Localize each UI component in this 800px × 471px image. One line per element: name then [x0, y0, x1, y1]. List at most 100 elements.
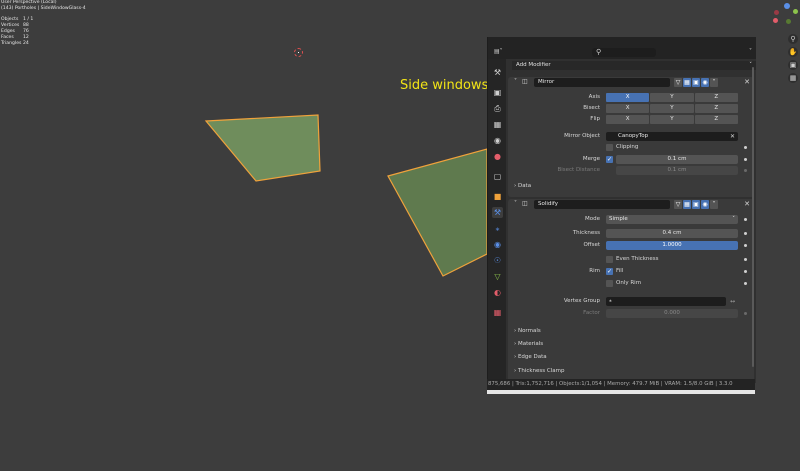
- only-rim-checkbox[interactable]: [606, 280, 613, 287]
- vertex-group-field[interactable]: ⁎: [606, 297, 726, 306]
- factor-field[interactable]: 0.000: [606, 309, 738, 318]
- output-icon[interactable]: ⎙: [492, 103, 503, 114]
- keyframe-dot-icon[interactable]: [744, 158, 747, 161]
- collapse-icon[interactable]: ˅: [514, 78, 517, 85]
- edit-mode-cage-icon[interactable]: ▽: [674, 78, 682, 87]
- fill-checkbox[interactable]: ✓: [606, 268, 613, 275]
- viewport-display-icon[interactable]: ▣: [692, 200, 700, 209]
- render-display-icon[interactable]: ◉: [701, 78, 709, 87]
- materials-label: Materials: [517, 341, 544, 347]
- keyframe-dot-icon[interactable]: [744, 270, 747, 273]
- solidify-icon: ◫: [522, 200, 528, 207]
- thickness-label: Thickness: [572, 230, 600, 236]
- window-glass-right[interactable]: [387, 148, 488, 277]
- flip-x-toggle[interactable]: X: [606, 115, 650, 124]
- object-icon[interactable]: ■: [492, 191, 503, 202]
- clear-icon[interactable]: ✕: [730, 132, 735, 141]
- axis-z-toggle[interactable]: Z: [694, 93, 738, 102]
- view-layer-icon[interactable]: ▦: [492, 119, 503, 130]
- physics-icon[interactable]: ◉: [492, 239, 503, 250]
- properties-search-input[interactable]: ⚲: [592, 48, 656, 57]
- particles-icon[interactable]: ⁎: [492, 223, 503, 234]
- collection-icon[interactable]: ▢: [492, 171, 503, 182]
- bisect-toggle-group: X Y Z: [606, 104, 738, 113]
- window-glass-left[interactable]: [204, 114, 321, 182]
- offset-field[interactable]: 1.0000: [606, 241, 738, 250]
- axis-y-toggle[interactable]: Y: [650, 93, 694, 102]
- keyframe-dot-icon[interactable]: [744, 282, 747, 285]
- flip-z-toggle[interactable]: Z: [694, 115, 738, 124]
- gizmo-neg-x-icon[interactable]: [774, 10, 779, 15]
- solidify-name-field[interactable]: Solidify: [534, 200, 670, 209]
- mirror-object-value: CanopyTop: [618, 133, 649, 139]
- render-display-icon[interactable]: ◉: [701, 200, 709, 209]
- collapse-icon[interactable]: ˅: [514, 200, 517, 207]
- world-icon[interactable]: ●: [492, 151, 503, 162]
- material-icon[interactable]: ◐: [492, 287, 503, 298]
- thickness-field[interactable]: 0.4 cm: [606, 229, 738, 238]
- constraints-icon[interactable]: ☉: [492, 255, 503, 266]
- viewport-display-icon[interactable]: ▣: [692, 78, 700, 87]
- hand-icon[interactable]: ✋: [788, 47, 798, 57]
- chevron-down-icon[interactable]: ˅: [710, 78, 718, 87]
- mode-dropdown[interactable]: Simple ˅: [606, 215, 738, 224]
- gizmo-z-axis-icon[interactable]: [784, 3, 790, 9]
- bisect-y-toggle[interactable]: Y: [650, 104, 694, 113]
- clipping-checkbox[interactable]: [606, 144, 613, 151]
- grid-icon[interactable]: ▦: [788, 73, 798, 83]
- bisect-distance-field[interactable]: 0.1 cm: [616, 166, 738, 175]
- chevron-right-icon: ›: [514, 183, 517, 189]
- thickness-clamp-subpanel[interactable]: › Thickness Clamp: [508, 366, 754, 376]
- invert-icon[interactable]: ↔: [730, 297, 735, 306]
- keyframe-dot-icon[interactable]: [744, 232, 747, 235]
- tool-icon[interactable]: ⚒: [492, 67, 503, 78]
- data-subpanel[interactable]: › Data: [508, 181, 754, 191]
- add-modifier-button[interactable]: Add Modifier ˅: [512, 61, 756, 70]
- editor-type-icon[interactable]: ▤˅: [494, 48, 510, 57]
- keyframe-dot-icon[interactable]: [744, 218, 747, 221]
- flip-y-toggle[interactable]: Y: [650, 115, 694, 124]
- bisect-z-toggle[interactable]: Z: [694, 104, 738, 113]
- gizmo-x-axis-icon[interactable]: [773, 18, 778, 23]
- keyframe-dot-icon[interactable]: [744, 258, 747, 261]
- edit-mode-cage-icon[interactable]: ▽: [674, 200, 682, 209]
- gizmo-neg-y-icon[interactable]: [786, 19, 791, 24]
- mode-value: Simple: [609, 216, 628, 222]
- keyframe-dot-icon[interactable]: [744, 169, 747, 172]
- close-icon[interactable]: ✕: [744, 78, 750, 86]
- render-icon[interactable]: ▣: [492, 87, 503, 98]
- materials-subpanel[interactable]: › Materials: [508, 339, 754, 349]
- normals-subpanel[interactable]: › Normals: [508, 326, 754, 336]
- mirror-object-field[interactable]: CanopyTop: [606, 132, 738, 141]
- data-icon[interactable]: ▽: [492, 271, 503, 282]
- rim-fill-row: Rim ✓ Fill: [508, 267, 754, 276]
- vertex-group-label: Vertex Group: [563, 298, 600, 304]
- keyframe-dot-icon[interactable]: [744, 312, 747, 315]
- axis-label: Axis: [588, 94, 600, 100]
- axis-x-toggle[interactable]: X: [606, 93, 650, 102]
- edge-data-subpanel[interactable]: › Edge Data: [508, 352, 754, 362]
- gizmo-y-axis-icon[interactable]: [793, 9, 798, 14]
- keyframe-dot-icon[interactable]: [744, 146, 747, 149]
- chevron-right-icon: ›: [514, 328, 517, 334]
- zoom-icon[interactable]: ⚲: [788, 34, 798, 44]
- modifier-icon[interactable]: ⚒: [492, 207, 503, 218]
- bisect-x-toggle[interactable]: X: [606, 104, 650, 113]
- clipping-row: Clipping: [508, 143, 754, 152]
- chevron-down-icon[interactable]: ˅: [749, 48, 752, 55]
- camera-icon[interactable]: ▣: [788, 60, 798, 70]
- merge-checkbox[interactable]: ✓: [606, 156, 613, 163]
- chevron-down-icon[interactable]: ˅: [710, 200, 718, 209]
- mirror-name-field[interactable]: Mirror: [534, 78, 670, 87]
- solidify-visibility-toggles: ▽ ▦ ▣ ◉ ˅: [674, 200, 718, 209]
- scene-icon[interactable]: ◉: [492, 135, 503, 146]
- even-thickness-checkbox[interactable]: [606, 256, 613, 263]
- keyframe-dot-icon[interactable]: [744, 244, 747, 247]
- texture-icon[interactable]: ▦: [492, 307, 503, 318]
- edit-mode-icon[interactable]: ▦: [683, 200, 691, 209]
- navigation-gizmo[interactable]: ⚲ ✋ ▣ ▦: [770, 0, 800, 100]
- merge-distance-field[interactable]: 0.1 cm: [616, 155, 738, 164]
- close-icon[interactable]: ✕: [744, 200, 750, 208]
- properties-scrollbar[interactable]: [752, 67, 754, 367]
- edit-mode-icon[interactable]: ▦: [683, 78, 691, 87]
